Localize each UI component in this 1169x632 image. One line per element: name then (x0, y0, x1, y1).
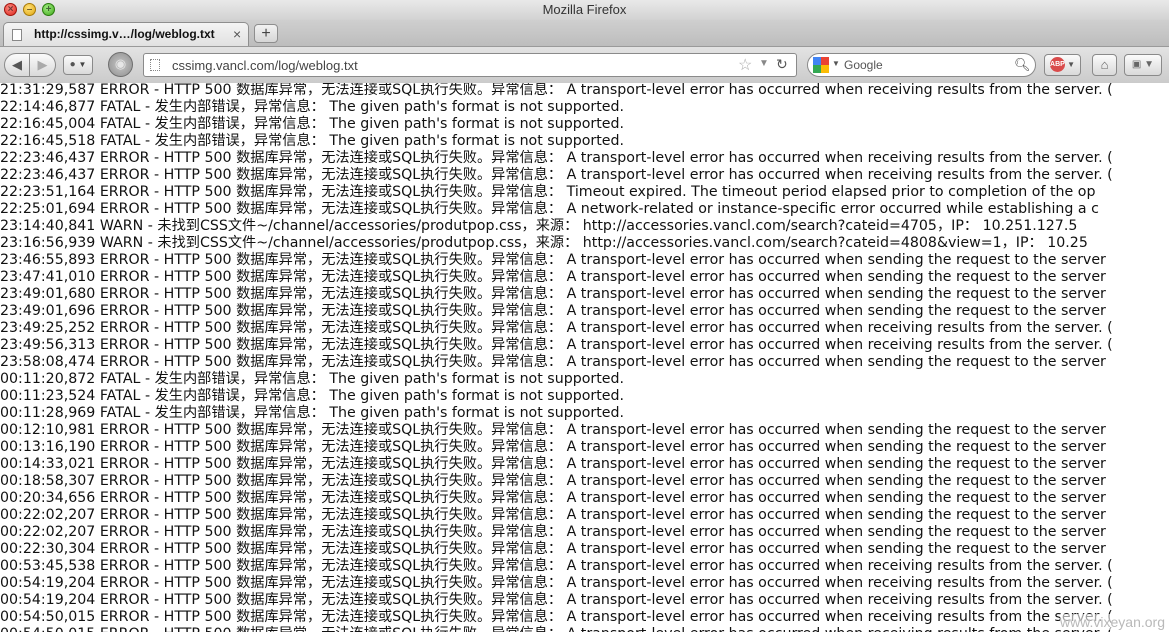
page-icon (150, 59, 160, 71)
reload-icon[interactable]: ↻ (776, 56, 788, 73)
tab-weblog[interactable]: http://cssimg.v…/log/weblog.txt × (3, 22, 249, 46)
bookmarks-button[interactable]: ▣ ▼ (1124, 54, 1162, 76)
log-line: 23:47:41,010 ERROR - HTTP 500 数据库异常，无法连接… (0, 269, 1106, 285)
log-line: 22:23:51,164 ERROR - HTTP 500 数据库异常，无法连接… (0, 184, 1096, 200)
site-identity-button[interactable]: ◉ (108, 52, 133, 77)
log-line: 23:49:56,313 ERROR - HTTP 500 数据库异常，无法连接… (0, 337, 1113, 353)
log-line: 00:54:19,204 ERROR - HTTP 500 数据库异常，无法连接… (0, 592, 1113, 608)
log-line: 22:16:45,004 FATAL - 发生内部错误，异常信息： The gi… (0, 116, 625, 132)
log-line: 22:16:45,518 FATAL - 发生内部错误，异常信息： The gi… (0, 133, 625, 149)
new-tab-button[interactable]: + (254, 24, 278, 43)
log-line: 00:22:02,207 ERROR - HTTP 500 数据库异常，无法连接… (0, 507, 1106, 523)
tab-label: http://cssimg.v…/log/weblog.txt (34, 27, 215, 41)
log-line: 23:16:56,939 WARN - 未找到CSS文件~/channel/ac… (0, 235, 1088, 251)
log-line: 23:49:01,680 ERROR - HTTP 500 数据库异常，无法连接… (0, 286, 1106, 302)
log-line: 23:49:25,252 ERROR - HTTP 500 数据库异常，无法连接… (0, 320, 1113, 336)
log-line: 00:20:34,656 ERROR - HTTP 500 数据库异常，无法连接… (0, 490, 1106, 506)
tab-strip: http://cssimg.v…/log/weblog.txt × + (0, 20, 1169, 47)
forward-arrow-icon: ▶ (37, 57, 48, 72)
log-line: 00:18:58,307 ERROR - HTTP 500 数据库异常，无法连接… (0, 473, 1106, 489)
log-line: 22:23:46,437 ERROR - HTTP 500 数据库异常，无法连接… (0, 167, 1113, 183)
url-bar[interactable]: cssimg.vancl.com/log/weblog.txt ☆ ▼ ↻ (143, 53, 797, 77)
window-titlebar: × – + Mozilla Firefox (0, 0, 1169, 20)
log-line: 00:22:30,304 ERROR - HTTP 500 数据库异常，无法连接… (0, 541, 1106, 557)
log-line: 22:14:46,877 FATAL - 发生内部错误，异常信息： The gi… (0, 99, 625, 115)
history-icon: ● (69, 59, 76, 70)
chevron-down-icon: ▼ (78, 60, 87, 69)
tab-close-icon[interactable]: × (233, 26, 241, 42)
search-icon[interactable]: 🔍︎ (1014, 57, 1031, 73)
url-text[interactable]: cssimg.vancl.com/log/weblog.txt (172, 58, 358, 73)
adblock-button[interactable]: ABP ▼ (1044, 54, 1081, 76)
log-line: 22:23:46,437 ERROR - HTTP 500 数据库异常，无法连接… (0, 150, 1113, 166)
log-line: 00:11:23,524 FATAL - 发生内部错误，异常信息： The gi… (0, 388, 625, 404)
window-title: Mozilla Firefox (542, 2, 627, 17)
log-line: 23:46:55,893 ERROR - HTTP 500 数据库异常，无法连接… (0, 252, 1106, 268)
page-favicon-icon (12, 29, 22, 41)
log-content: 21:31:29,587 ERROR - HTTP 500 数据库异常，无法连接… (0, 83, 1169, 632)
google-engine-icon[interactable] (813, 57, 829, 73)
log-line: 00:54:19,204 ERROR - HTTP 500 数据库异常，无法连接… (0, 575, 1113, 591)
log-line: 00:14:33,021 ERROR - HTTP 500 数据库异常，无法连接… (0, 456, 1106, 472)
back-arrow-icon: ◀ (12, 57, 22, 72)
log-line: 23:14:40,841 WARN - 未找到CSS文件~/channel/ac… (0, 218, 1078, 234)
url-dropdown-icon[interactable]: ▼ (759, 58, 769, 69)
forward-button[interactable]: ▶ (30, 53, 56, 77)
navigation-toolbar: ◀ ▶ ● ▼ ◉ cssimg.vancl.com/log/weblog.tx… (0, 47, 1169, 84)
home-button[interactable]: ⌂ (1092, 54, 1117, 76)
log-line: 22:25:01,694 ERROR - HTTP 500 数据库异常，无法连接… (0, 201, 1099, 217)
log-line: 00:11:20,872 FATAL - 发生内部错误，异常信息： The gi… (0, 371, 625, 387)
watermark: www.vixeyan.org (1059, 614, 1165, 630)
search-bar[interactable]: ▼ Google 🔍︎ (807, 53, 1036, 77)
home-icon: ⌂ (1100, 57, 1109, 72)
plus-icon: + (261, 25, 271, 42)
globe-icon: ◉ (114, 56, 127, 71)
log-line: 00:13:16,190 ERROR - HTTP 500 数据库异常，无法连接… (0, 439, 1106, 455)
log-line: 00:54:50,015 ERROR - HTTP 500 数据库异常，无法连接… (0, 609, 1113, 625)
log-line: 23:49:01,696 ERROR - HTTP 500 数据库异常，无法连接… (0, 303, 1106, 319)
search-input[interactable]: Google (844, 58, 883, 72)
engine-chevron-icon[interactable]: ▼ (832, 59, 840, 68)
log-line: 00:53:45,538 ERROR - HTTP 500 数据库异常，无法连接… (0, 558, 1113, 574)
history-button[interactable]: ● ▼ (63, 55, 93, 75)
bookmark-star-icon[interactable]: ☆ (738, 55, 752, 75)
log-line: 23:58:08,474 ERROR - HTTP 500 数据库异常，无法连接… (0, 354, 1106, 370)
back-button[interactable]: ◀ (4, 53, 30, 77)
log-line: 21:31:29,587 ERROR - HTTP 500 数据库异常，无法连接… (0, 83, 1113, 98)
adblock-icon: ABP (1049, 57, 1065, 73)
bookmarks-icon: ▣ (1131, 59, 1142, 70)
log-line: 00:54:50,015 ERROR - HTTP 500 数据库异常，无法连接… (0, 626, 1113, 632)
log-line: 00:22:02,207 ERROR - HTTP 500 数据库异常，无法连接… (0, 524, 1106, 540)
log-line: 00:12:10,981 ERROR - HTTP 500 数据库异常，无法连接… (0, 422, 1106, 438)
log-line: 00:11:28,969 FATAL - 发生内部错误，异常信息： The gi… (0, 405, 625, 421)
